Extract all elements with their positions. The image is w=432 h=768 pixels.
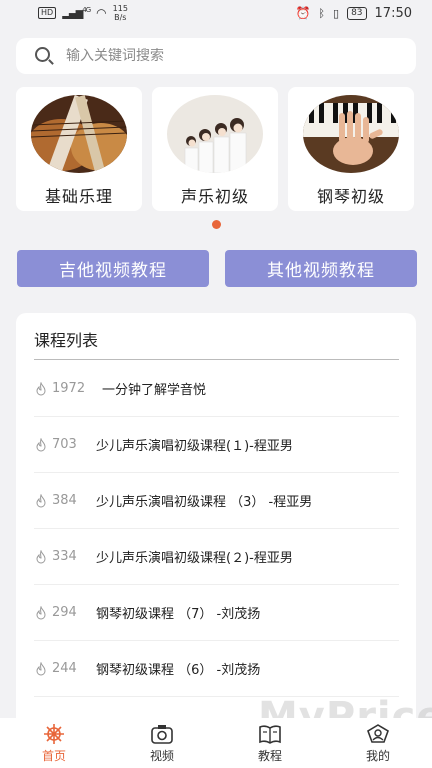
course-title: 少儿声乐演唱初级课程 （3） -程亚男 [96,495,313,510]
status-left: HD ▂▄▆4G ◠ 115 B/s [38,4,128,22]
course-title: 钢琴初级课程 （7） -刘茂扬 [96,607,261,622]
tab-tutorial[interactable]: 教程 [216,718,324,768]
camera-icon [151,724,173,744]
view-count: 703 [52,437,77,452]
tab-label: 首页 [41,748,66,763]
course-list-item[interactable]: 244 钢琴初级课程 （6） -刘茂扬 [34,641,399,697]
carousel-indicator-dot[interactable] [212,220,221,229]
course-list-item[interactable]: 703 少儿声乐演唱初级课程(１)-程亚男 [34,417,399,473]
alarm-icon: ⏰ [295,6,311,20]
course-title: 钢琴初级课程 （6） -刘茂扬 [96,663,261,678]
status-right: ⏰ ᛒ ▯ 83 17:50 [295,6,412,21]
category-carousel[interactable]: 基础乐理 声乐初级 钢琴初级 [16,87,432,211]
category-card-music-theory[interactable]: 基础乐理 [16,87,142,211]
speed-unit: B/s [114,13,127,22]
signal-icon: ▂▄▆4G [62,6,91,20]
tab-label: 我的 [365,748,390,763]
category-card-piano[interactable]: 钢琴初级 [288,87,414,211]
view-count: 244 [52,661,77,676]
search-input[interactable] [66,48,366,64]
tab-home[interactable]: 首页 [0,718,108,768]
speed-value: 115 [112,4,128,13]
flame-icon [36,661,46,675]
course-list-item[interactable]: 384 少儿声乐演唱初级课程 （3） -程亚男 [34,473,399,529]
course-list-item[interactable]: 1972 一分钟了解学音悦 [34,361,399,417]
tab-label: 教程 [257,748,282,763]
piano-photo [303,95,399,173]
course-list-item[interactable]: 294 钢琴初级课程 （7） -刘茂扬 [34,585,399,641]
course-title: 少儿声乐演唱初级课程(１)-程亚男 [96,439,293,454]
profile-icon [367,723,389,743]
tab-video[interactable]: 视频 [108,718,216,768]
flame-icon [36,437,46,451]
choir-photo [167,95,263,173]
flame-icon [36,549,46,563]
course-list-item[interactable]: 334 少儿声乐演唱初级课程(２)-程亚男 [34,529,399,585]
flame-icon [36,493,46,507]
view-count: 334 [52,549,77,564]
course-title: 一分钟了解学音悦 [102,383,207,398]
guitar-video-tutorial-button[interactable]: 吉他视频教程 [17,250,209,287]
category-label: 钢琴初级 [316,187,385,206]
category-card-vocal[interactable]: 声乐初级 [152,87,278,211]
network-type: 4G [82,6,91,15]
clock: 17:50 [374,5,412,21]
network-speed: 115 B/s [113,4,128,22]
book-icon [259,724,281,744]
bottom-tab-bar: 首页 视频 教程 我的 [0,718,432,768]
battery-icon: 83 [347,6,367,20]
tab-label: 视频 [149,748,174,763]
flame-icon [36,381,46,395]
wifi-icon: ◠ [96,6,107,20]
hd-badge: HD [38,7,57,19]
vibrate-icon: ▯ [333,6,340,20]
category-label: 基础乐理 [44,187,113,206]
search-bar[interactable] [16,38,416,74]
course-list-title: 课程列表 [34,331,99,350]
bluetooth-icon: ᛒ [318,6,326,20]
status-bar: HD ▂▄▆4G ◠ 115 B/s ⏰ ᛒ ▯ 83 17:50 [0,0,432,26]
ship-wheel-icon [44,723,64,744]
other-video-tutorial-button[interactable]: 其他视频教程 [225,250,417,287]
music-theory-photo [31,95,127,173]
view-count: 1972 [52,381,86,396]
view-count: 294 [52,605,77,620]
view-count: 384 [52,493,77,508]
flame-icon [36,605,46,619]
course-list-card: 课程列表 1972 一分钟了解学音悦 703 少儿声乐演唱初级课程(１)-程亚男… [16,313,416,733]
tab-mine[interactable]: 我的 [324,718,432,768]
course-title: 少儿声乐演唱初级课程(２)-程亚男 [96,551,293,566]
search-icon [34,46,54,66]
category-label: 声乐初级 [180,187,249,206]
divider [34,359,399,360]
